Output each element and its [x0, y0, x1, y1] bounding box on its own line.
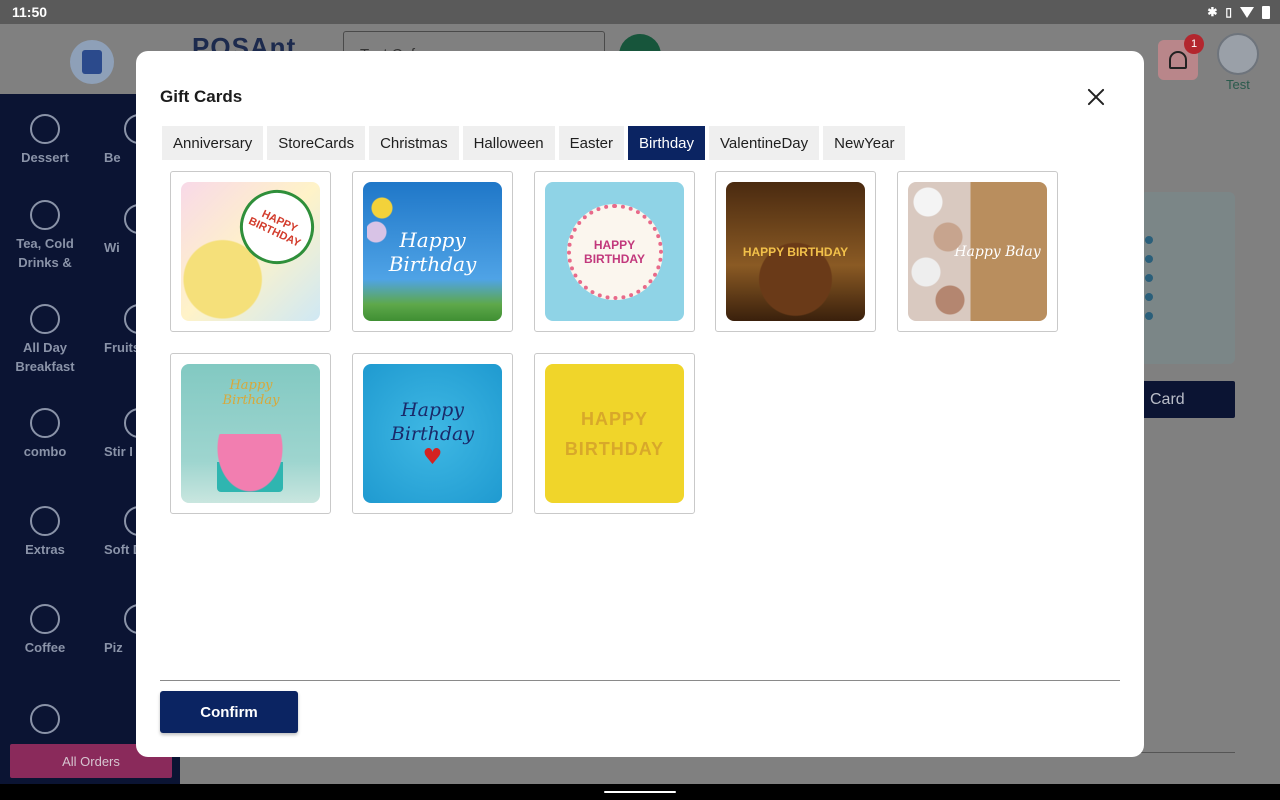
tab-storecards[interactable]: StoreCards: [267, 126, 366, 160]
gift-card[interactable]: HAPPY BIRTHDAY: [534, 353, 695, 514]
category-tea-cold-drinks[interactable]: Tea, Cold Drinks &: [0, 200, 90, 272]
status-icons: ✱ ▯: [1207, 5, 1270, 19]
vibrate-icon: ▯: [1225, 5, 1232, 19]
system-nav-bar: [0, 784, 1280, 800]
divider: [1140, 752, 1235, 753]
summary-panel: [1140, 192, 1235, 364]
gift-card-image: HAPPY BIRTHDAY: [726, 182, 865, 321]
pie-chart-icon: [30, 704, 60, 734]
gift-card-text: Happy Birthday: [222, 378, 280, 408]
notification-button[interactable]: 1: [1158, 34, 1204, 80]
notification-badge: 1: [1184, 34, 1204, 54]
avatar[interactable]: [1217, 33, 1259, 75]
gift-card-image: Happy Birthday: [181, 364, 320, 503]
tab-anniversary[interactable]: Anniversary: [162, 126, 264, 160]
battery-icon: [1262, 5, 1270, 19]
gift-card[interactable]: Happy Birthday: [170, 353, 331, 514]
tab-newyear[interactable]: NewYear: [823, 126, 906, 160]
tab-easter[interactable]: Easter: [558, 126, 624, 160]
balloons-icon: [367, 190, 397, 250]
home-handle[interactable]: [604, 791, 676, 793]
pie-chart-icon: [30, 114, 60, 144]
gift-card[interactable]: Happy Birthday ♥: [352, 353, 513, 514]
tab-halloween[interactable]: Halloween: [462, 126, 555, 160]
tab-valentineday[interactable]: ValentineDay: [709, 126, 820, 160]
gift-cards-modal: Gift Cards Anniversary StoreCards Christ…: [136, 51, 1144, 757]
burger-icon: [30, 506, 60, 536]
cupcake-icon: [217, 434, 283, 492]
wifi-icon: [1240, 6, 1254, 18]
category-coffee[interactable]: Coffee: [0, 604, 90, 657]
gift-card-image: Happy Birthday ♥: [363, 364, 502, 503]
pie-chart-icon: [30, 408, 60, 438]
sofa-icon: [30, 304, 60, 334]
user-name: Test: [1226, 77, 1250, 92]
tab-birthday[interactable]: Birthday: [628, 126, 706, 160]
pos-terminal-icon[interactable]: [70, 40, 114, 84]
tab-christmas[interactable]: Christmas: [369, 126, 459, 160]
category-extras[interactable]: Extras: [0, 506, 90, 559]
card-button[interactable]: Card: [1140, 381, 1235, 418]
bell-icon: [1169, 51, 1187, 69]
gift-card-text: HAPPY BIRTHDAY: [227, 182, 320, 277]
gift-card-image: HAPPY BIRTHDAY: [545, 182, 684, 321]
status-time: 11:50: [12, 4, 48, 20]
gift-card-image: HAPPY BIRTHDAY: [181, 182, 320, 321]
gift-card-image: Happy Birthday: [363, 182, 502, 321]
category-combo[interactable]: combo: [0, 408, 90, 461]
bluetooth-icon: ✱: [1207, 5, 1218, 19]
category-dessert[interactable]: Dessert: [0, 114, 90, 167]
category-tabs: Anniversary StoreCards Christmas Hallowe…: [162, 126, 906, 160]
close-icon[interactable]: [1084, 85, 1108, 109]
gift-card[interactable]: HAPPY BIRTHDAY: [170, 171, 331, 332]
gift-card[interactable]: HAPPY BIRTHDAY: [534, 171, 695, 332]
modal-title: Gift Cards: [160, 87, 243, 106]
category-more[interactable]: [0, 704, 90, 738]
gift-card[interactable]: Happy Bday: [897, 171, 1058, 332]
gift-card-image: Happy Bday: [908, 182, 1047, 321]
gift-card-text: HAPPY BIRTHDAY: [564, 408, 665, 459]
gift-card-text: Happy Birthday: [390, 398, 475, 445]
gift-card-text: HAPPY BIRTHDAY: [566, 203, 663, 300]
bottle-icon: [30, 604, 60, 634]
category-all-day-breakfast[interactable]: All Day Breakfast: [0, 304, 90, 376]
footer-divider: [160, 680, 1120, 681]
step-dots: [1145, 236, 1153, 331]
confirm-button[interactable]: Confirm: [160, 691, 298, 733]
balloons-icon: [908, 182, 968, 321]
status-bar: 11:50 ✱ ▯: [0, 0, 1280, 24]
gift-card[interactable]: HAPPY BIRTHDAY: [715, 171, 876, 332]
gift-card[interactable]: Happy Birthday: [352, 171, 513, 332]
heart-icon: ♥: [422, 444, 443, 470]
gift-card-text: HAPPY BIRTHDAY: [742, 244, 849, 259]
pie-chart-icon: [30, 200, 60, 230]
gift-card-image: HAPPY BIRTHDAY: [545, 364, 684, 503]
